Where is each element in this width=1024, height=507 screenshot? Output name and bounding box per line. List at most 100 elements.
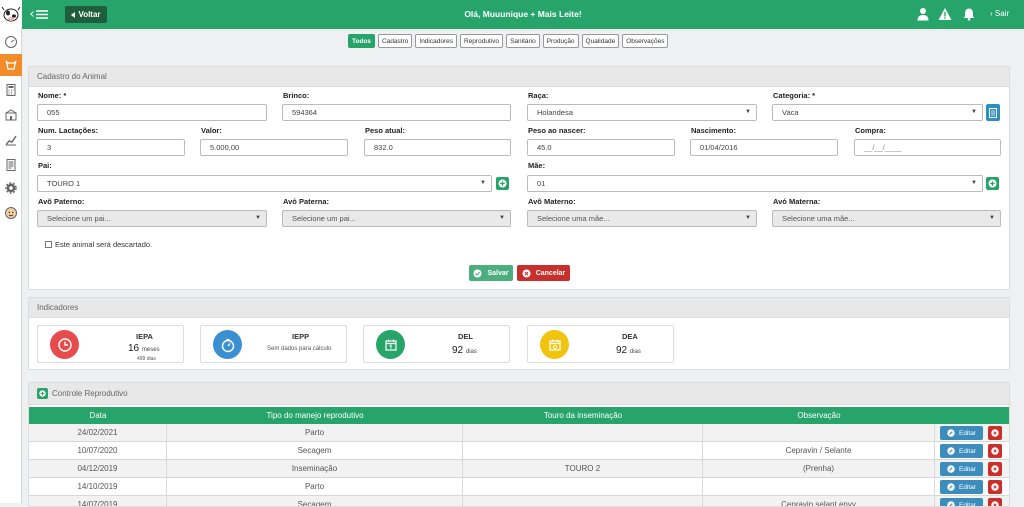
cell-tipo: Secagem bbox=[167, 442, 463, 459]
sair-button[interactable]: › Sair bbox=[990, 9, 1009, 18]
tab-7[interactable]: Observações bbox=[622, 34, 668, 48]
avo-paterno-select[interactable]: Selecione um pai... ▼ bbox=[37, 210, 267, 227]
cell-data: 14/07/2019 bbox=[29, 496, 167, 507]
iepa-sub: 499 dias bbox=[137, 356, 156, 362]
peso-atual-input[interactable]: 832.0 bbox=[364, 139, 511, 156]
user-icon[interactable] bbox=[916, 7, 930, 21]
tab-1[interactable]: Cadastro bbox=[378, 34, 412, 48]
salvar-button[interactable]: Salvar bbox=[469, 265, 513, 281]
table-header: Data Tipo do manejo reprodutivo Touro da… bbox=[29, 407, 1009, 424]
col-touro: Touro da inseminação bbox=[463, 411, 703, 420]
raca-value: Holandesa bbox=[537, 108, 573, 117]
cadastro-panel: Cadastro do Animal Nome: * 055 Brinco: 5… bbox=[28, 66, 1010, 290]
table-row: 10/07/2020SecagemCepravin / SelanteEdita… bbox=[29, 442, 1009, 460]
tab-4[interactable]: Sanitário bbox=[506, 34, 540, 48]
tab-5[interactable]: Produção bbox=[543, 34, 579, 48]
sidebar-support-icon[interactable] bbox=[0, 202, 22, 224]
table-row: 04/12/2019InseminaçãoTOURO 2(Prenha)Edit… bbox=[29, 460, 1009, 478]
cell-tipo: Parto bbox=[167, 478, 463, 495]
cancelar-button[interactable]: Cancelar bbox=[517, 265, 570, 281]
sidebar-dashboard-icon[interactable] bbox=[0, 31, 22, 53]
pai-select[interactable]: TOURO 1▼ bbox=[37, 175, 492, 192]
avo-materno-value: Selecione uma mãe... bbox=[537, 214, 610, 223]
delete-button[interactable] bbox=[988, 426, 1002, 440]
sidebar-gear-icon[interactable] bbox=[0, 177, 22, 199]
editar-button[interactable]: Editar bbox=[940, 426, 983, 440]
pencil-circle-icon bbox=[947, 501, 955, 507]
cell-observacao: (Prenha) bbox=[703, 460, 935, 477]
sidebar-report-icon[interactable] bbox=[0, 154, 22, 176]
mae-label: Mãe: bbox=[528, 161, 545, 170]
peso-nascer-input[interactable]: 45.0 bbox=[527, 139, 675, 156]
sidebar-chart-icon[interactable] bbox=[0, 129, 22, 151]
tab-6[interactable]: Qualidade bbox=[582, 34, 620, 48]
descarte-checkbox[interactable] bbox=[45, 241, 52, 248]
cadastro-title: Cadastro do Animal bbox=[29, 67, 1009, 87]
compra-input[interactable]: __/__/____ bbox=[854, 139, 1001, 156]
bell-icon[interactable] bbox=[962, 7, 976, 21]
sidebar-calculator-icon[interactable] bbox=[0, 79, 22, 101]
chevron-down-icon: ▼ bbox=[499, 215, 505, 221]
avo-materno-select[interactable]: Selecione uma mãe...▼ bbox=[527, 210, 757, 227]
lactacoes-input[interactable]: 3 bbox=[37, 139, 185, 156]
chevron-down-icon: ▼ bbox=[255, 215, 261, 221]
iepa-card: IEPA 16 meses 499 dias bbox=[37, 325, 184, 363]
cell-touro bbox=[463, 424, 703, 441]
table-row: 24/02/2021PartoEditar bbox=[29, 424, 1009, 442]
document-button[interactable] bbox=[986, 104, 1000, 121]
editar-label: Editar bbox=[959, 484, 976, 491]
close-circle-icon bbox=[991, 483, 999, 491]
iepp-card: IEPP Sem dados para cálculo bbox=[200, 325, 347, 363]
ava-materna-select[interactable]: Selecione uma mãe...▼ bbox=[772, 210, 1001, 227]
salvar-label: Salvar bbox=[487, 270, 508, 277]
sidebar-farm-icon[interactable] bbox=[0, 104, 22, 126]
cow-logo-icon[interactable] bbox=[0, 0, 22, 28]
valor-input[interactable]: 5.000,00 bbox=[200, 139, 348, 156]
cell-data: 24/02/2021 bbox=[29, 424, 167, 441]
tab-0[interactable]: Todos bbox=[348, 34, 375, 48]
lactacoes-label: Num. Lactações: bbox=[38, 126, 98, 135]
nome-input[interactable]: 055 bbox=[37, 104, 267, 121]
add-reprodutivo-button[interactable] bbox=[37, 388, 48, 399]
nascimento-label: Nascimento: bbox=[691, 126, 736, 135]
raca-select[interactable]: Holandesa ▼ bbox=[527, 104, 757, 121]
pencil-circle-icon bbox=[947, 465, 955, 473]
valor-label: Valor: bbox=[201, 126, 222, 135]
nascimento-input[interactable]: 01/04/2016 bbox=[690, 139, 838, 156]
dea-value: 92 dias bbox=[616, 345, 641, 356]
brinco-label: Brinco: bbox=[283, 91, 309, 100]
col-data: Data bbox=[29, 411, 167, 420]
delete-button[interactable] bbox=[988, 480, 1002, 494]
cancelar-label: Cancelar bbox=[536, 270, 566, 277]
top-bar: Voltar Olá, Muuunique + Mais Leite! › Sa… bbox=[22, 0, 1024, 29]
cell-data: 14/10/2019 bbox=[29, 478, 167, 495]
pencil-circle-icon bbox=[947, 429, 955, 437]
brinco-input[interactable]: 594364 bbox=[282, 104, 511, 121]
editar-button[interactable]: Editar bbox=[940, 480, 983, 494]
delete-button[interactable] bbox=[988, 444, 1002, 458]
reprodutivo-header: Controle Reprodutivo bbox=[29, 383, 1009, 405]
chevron-right-icon: › bbox=[990, 9, 993, 18]
table-row: 14/07/2019SecagemCepravin selant envyEdi… bbox=[29, 496, 1009, 507]
chevron-down-icon: ▼ bbox=[745, 109, 751, 115]
sidebar-cow-icon[interactable] bbox=[0, 54, 22, 76]
delete-button[interactable] bbox=[988, 462, 1002, 476]
iepa-name: IEPA bbox=[136, 332, 153, 341]
ava-paterna-select[interactable]: Selecione um pai...▼ bbox=[282, 210, 511, 227]
add-pai-button[interactable] bbox=[496, 177, 509, 190]
editar-button[interactable]: Editar bbox=[940, 462, 983, 476]
mae-select[interactable]: 01▼ bbox=[527, 175, 983, 192]
add-mae-button[interactable] bbox=[986, 177, 999, 190]
tab-2[interactable]: Indicadores bbox=[415, 34, 457, 48]
clock-icon bbox=[50, 330, 79, 359]
warning-icon[interactable] bbox=[938, 7, 952, 21]
categoria-select[interactable]: Vaca▼ bbox=[772, 104, 983, 121]
raca-label: Raça: bbox=[528, 91, 548, 100]
editar-button[interactable]: Editar bbox=[940, 444, 983, 458]
chevron-down-icon: ▼ bbox=[480, 180, 486, 186]
avo-paterno-value: Selecione um pai... bbox=[47, 214, 111, 223]
cell-observacao bbox=[703, 478, 935, 495]
descarte-label: Este animal será descartado. bbox=[55, 240, 152, 249]
close-circle-icon bbox=[991, 501, 999, 507]
tab-3[interactable]: Reprodutivo bbox=[460, 34, 503, 48]
